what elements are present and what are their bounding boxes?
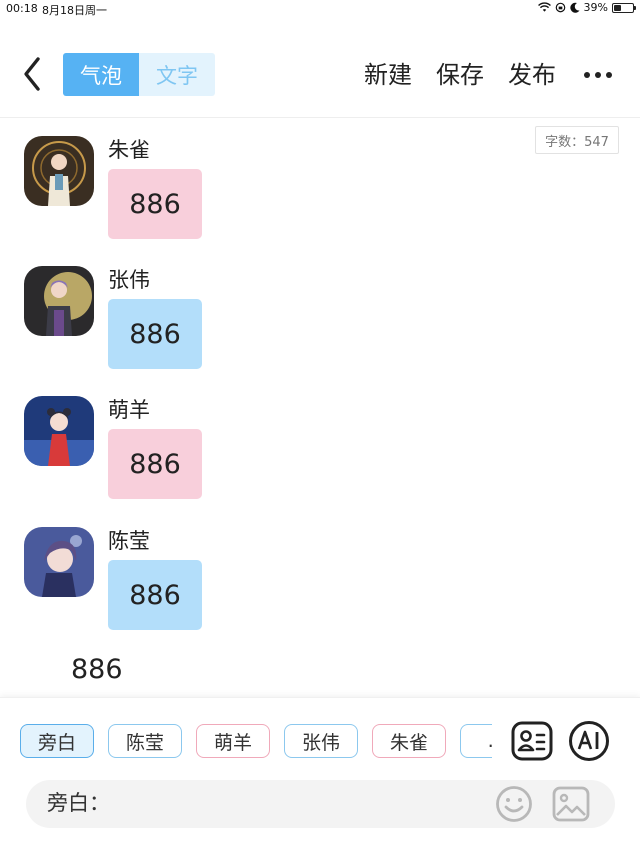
chevron-left-icon	[24, 57, 40, 91]
contact-card-icon[interactable]	[511, 721, 553, 761]
battery-fill	[614, 4, 621, 11]
character-name: 张伟	[108, 268, 150, 292]
new-button[interactable]: 新建	[364, 58, 412, 92]
status-date: 8月18日周一	[42, 4, 107, 17]
chip-zhuque[interactable]: 朱雀	[372, 724, 446, 758]
lock-rotation-icon	[555, 2, 565, 13]
character-name: 朱雀	[108, 138, 150, 162]
avatar[interactable]	[24, 266, 94, 336]
avatar[interactable]	[24, 136, 94, 206]
message-bubble[interactable]: 886	[108, 169, 202, 239]
character-name: 陈莹	[108, 529, 150, 553]
character-name: 萌羊	[108, 398, 150, 422]
message-item[interactable]: 陈莹 886	[0, 527, 640, 647]
more-dots-icon[interactable]	[584, 58, 612, 92]
ai-icon[interactable]	[568, 720, 610, 762]
message-item[interactable]: 萌羊 886	[0, 396, 640, 516]
chip-zhangwei[interactable]: 张伟	[284, 724, 358, 758]
message-bubble[interactable]: 886	[108, 429, 202, 499]
battery-icon	[612, 2, 636, 13]
narration-text[interactable]: 886	[71, 654, 123, 685]
message-bubble[interactable]: 886	[108, 560, 202, 630]
dialogue-input-bar[interactable]: 旁白：	[26, 780, 615, 828]
avatar[interactable]	[24, 527, 94, 597]
dialogue-input[interactable]	[121, 788, 485, 822]
mode-toggle: 气泡 文字	[63, 53, 215, 96]
input-speaker-label: 旁白：	[47, 791, 110, 815]
message-item[interactable]: 朱雀 886	[0, 136, 640, 256]
chip-more[interactable]: …	[460, 724, 492, 758]
status-right: 39%	[537, 1, 636, 14]
moon-icon	[569, 2, 580, 13]
chip-mengyang[interactable]: 萌羊	[196, 724, 270, 758]
image-icon[interactable]	[551, 784, 591, 824]
status-time: 00:18	[6, 2, 38, 15]
emoji-icon[interactable]	[494, 784, 534, 824]
wifi-icon	[537, 2, 551, 12]
chip-chenying[interactable]: 陈莹	[108, 724, 182, 758]
chip-row: 旁白陈莹萌羊张伟朱雀 …	[20, 724, 492, 758]
top-bar: 气泡 文字 新建 保存 发布	[0, 40, 640, 110]
tab-text[interactable]: 文字	[139, 53, 215, 96]
message-item[interactable]: 张伟 886	[0, 266, 640, 386]
status-bar: 00:18 8月18日周一 39%	[0, 0, 640, 18]
message-bubble[interactable]: 886	[108, 299, 202, 369]
chip-narrator[interactable]: 旁白	[20, 724, 94, 758]
top-actions: 新建 保存 发布	[340, 58, 612, 92]
character-chips: 旁白陈莹萌羊张伟朱雀 …	[20, 724, 492, 764]
battery-percent: 39%	[583, 1, 608, 14]
save-button[interactable]: 保存	[436, 58, 484, 92]
back-button[interactable]	[16, 54, 50, 94]
avatar[interactable]	[24, 396, 94, 466]
bottom-panel: 旁白陈莹萌羊张伟朱雀 … 旁白：	[0, 697, 640, 854]
publish-button[interactable]: 发布	[508, 58, 556, 92]
tab-bubble[interactable]: 气泡	[63, 53, 139, 96]
header-divider	[0, 117, 640, 118]
